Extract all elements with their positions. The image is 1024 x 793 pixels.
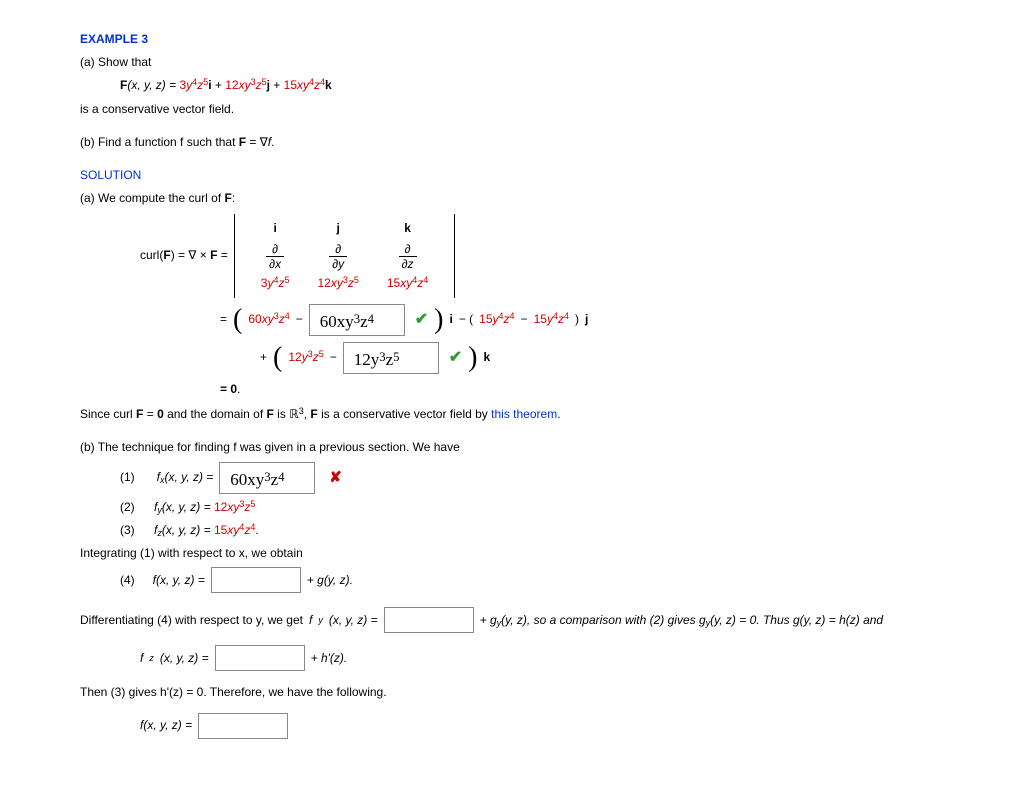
curl-determinant-row: curl(F) = ∇ × F = i j k ∂∂x ∂∂y ∂∂z 3y4z… (140, 214, 1024, 297)
sol-a-intro: (a) We compute the curl of F: (80, 189, 1024, 208)
eq-2: (2) fy(x, y, z) = 12xy3z5 (120, 498, 1024, 517)
eq-4: (4) f(x, y, z) = + g(y, z). (120, 567, 1024, 593)
curl-result-zero: = 0. (220, 380, 1024, 399)
answer-box-5[interactable] (384, 607, 474, 633)
term2: 12xy3z5 (225, 78, 266, 92)
answer-box-4[interactable] (211, 567, 301, 593)
det-k: k (373, 217, 442, 240)
final-f: f(x, y, z) = (140, 713, 1024, 739)
sol-b-intro: (b) The technique for finding f was give… (80, 438, 1024, 457)
integrate-text: Integrating (1) with respect to x, we ob… (80, 544, 1024, 563)
cross-icon: ✘ (329, 466, 342, 490)
since-curl-text: Since curl F = 0 and the domain of F is … (80, 405, 1024, 424)
unit-k: k (325, 78, 332, 92)
eq-3: (3) fz(x, y, z) = 15xy4z4. (120, 521, 1024, 540)
curl-expand-k: + ( 12y3z5 − 12y3z5 ✔ )k (260, 342, 1024, 374)
eq-1: (1) fx(x, y, z) = 60xy3z4 ✘ (120, 462, 1024, 494)
answer-box-2[interactable]: 12y3z5 (343, 342, 439, 374)
part-a-intro: (a) Show that (80, 53, 1024, 72)
fz-line: fz(x, y, z) = + h'(z). (140, 645, 1024, 671)
term3: 15xy4z4 (284, 78, 325, 92)
vector-field-def: F(x, y, z) = 3y4z5i + 12xy3z5j + 15xy4z4… (120, 76, 1024, 95)
solution-heading: SOLUTION (80, 166, 1024, 185)
term1: 3y4z5 (179, 78, 208, 92)
answer-box-3[interactable]: 60xy3z4 (219, 462, 315, 494)
part-a-tail: is a conservative vector field. (80, 100, 1024, 119)
curl-expand-i-j: = ( 60xy3z4 − 60xy3z4 ✔ )i − (15y4z4 − 1… (220, 304, 1024, 336)
answer-box-7[interactable] (198, 713, 288, 739)
check-icon: ✔ (449, 345, 462, 371)
theorem-link[interactable]: this theorem (491, 407, 557, 421)
det-j: j (303, 217, 372, 240)
part-b: (b) Find a function f such that F = ∇f. (80, 133, 1024, 152)
F-args: (x, y, z) = (127, 78, 179, 92)
answer-box-6[interactable] (215, 645, 305, 671)
example-heading: EXAMPLE 3 (80, 30, 1024, 49)
det-i: i (247, 217, 304, 240)
answer-box-1[interactable]: 60xy3z4 (309, 304, 405, 336)
then-text: Then (3) gives h'(z) = 0. Therefore, we … (80, 683, 1024, 702)
determinant: i j k ∂∂x ∂∂y ∂∂z 3y4z5 12xy3z5 15xy4z4 (234, 214, 456, 297)
differentiate-text: Differentiating (4) with respect to y, w… (80, 607, 1024, 633)
curl-lhs: curl(F) = ∇ × F = (140, 246, 228, 265)
check-icon: ✔ (415, 307, 428, 333)
